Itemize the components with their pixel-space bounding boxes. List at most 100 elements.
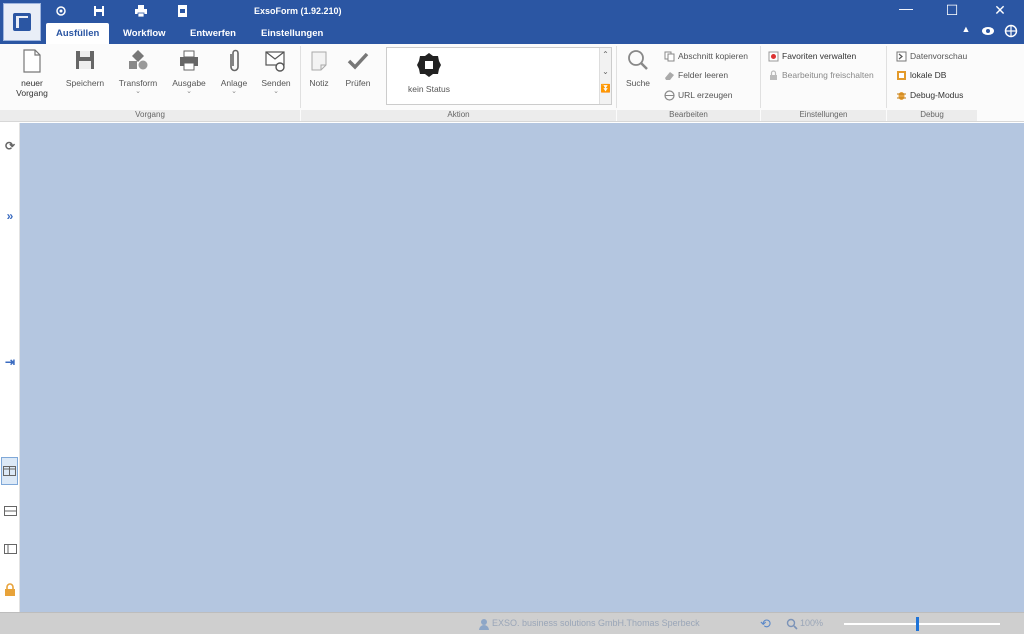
status-user: EXSO. business solutions GmbH.Thomas Spe…	[492, 618, 700, 628]
mail-icon	[265, 51, 285, 72]
transform-icon	[129, 50, 148, 70]
ribbon: neuer Vorgang Speichern Transform ⌄ Ausg…	[0, 44, 1024, 122]
note-label: Notiz	[309, 78, 329, 88]
zoom-slider[interactable]	[844, 623, 1000, 625]
new-document-icon	[23, 49, 41, 73]
transform-button[interactable]: Transform ⌄	[114, 48, 162, 95]
manage-favorites-label: Favoriten verwalten	[782, 51, 857, 61]
attachment-button[interactable]: Anlage ⌄	[216, 48, 252, 95]
tab-entwerfen[interactable]: Entwerfen	[180, 23, 246, 44]
transform-label: Transform	[118, 78, 158, 88]
group-label-einstellungen: Einstellungen	[761, 110, 886, 121]
title-bar: ExsoForm (1.92.210) — ☐ ✕ ▲ Ausfüllen Wo…	[0, 0, 1024, 44]
lock-icon	[770, 70, 777, 81]
generate-url-button[interactable]: URL erzeugen	[664, 87, 733, 103]
separator	[300, 46, 301, 108]
action-gallery[interactable]: kein Status ⌃ ⌄ ⏬	[386, 47, 612, 105]
chevron-down-icon: ⌄	[231, 88, 237, 95]
search-icon	[628, 50, 648, 70]
chevron-down-icon: ⌄	[273, 88, 279, 95]
zoom-icon	[786, 618, 798, 630]
unlock-editing-label: Bearbeitung freischalten	[782, 70, 874, 80]
checkmark-icon	[347, 52, 369, 70]
tab-workflow[interactable]: Workflow	[113, 23, 176, 44]
separator	[886, 46, 887, 108]
separator	[616, 46, 617, 108]
output-label: Ausgabe	[172, 78, 206, 88]
chevron-down-icon: ⌄	[135, 88, 141, 95]
status-bar: EXSO. business solutions GmbH.Thomas Spe…	[0, 612, 1024, 634]
search-button[interactable]: Suche	[622, 48, 654, 88]
copy-section-button[interactable]: Abschnitt kopieren	[664, 48, 748, 64]
local-db-button[interactable]: lokale DB	[896, 67, 946, 83]
chevron-up-icon[interactable]: ⌃	[600, 50, 611, 59]
debug-mode-label: Debug-Modus	[910, 90, 964, 100]
debug-mode-button[interactable]: Debug-Modus	[896, 87, 963, 103]
tab-einstellungen[interactable]: Einstellungen	[251, 23, 333, 44]
save-button[interactable]: Speichern	[62, 48, 108, 88]
send-label: Senden	[261, 78, 291, 88]
expand-icon[interactable]: ⏬	[600, 84, 611, 93]
favorites-icon	[768, 51, 779, 62]
refresh-icon[interactable]: ⟳	[3, 139, 17, 153]
layout-split-icon[interactable]	[1, 457, 18, 485]
double-chevron-right-icon[interactable]: »	[3, 209, 17, 223]
copy-section-label: Abschnitt kopieren	[678, 51, 748, 61]
group-label-bearbeiten: Bearbeiten	[617, 110, 760, 121]
side-rail: ⟳ » ⇥	[0, 123, 20, 612]
unlock-editing-button[interactable]: Bearbeitung freischalten	[768, 67, 874, 83]
status-item[interactable]: kein Status	[401, 52, 457, 94]
layout-sidebar-icon[interactable]	[3, 543, 17, 557]
paperclip-icon	[230, 49, 239, 72]
workspace[interactable]	[20, 123, 1024, 612]
chevron-down-icon: ⌄	[186, 88, 192, 95]
export-icon[interactable]	[176, 4, 190, 18]
new-process-button[interactable]: neuer Vorgang	[10, 48, 54, 98]
clear-fields-label: Felder leeren	[678, 70, 729, 80]
output-button[interactable]: Ausgabe ⌄	[168, 48, 210, 95]
collapse-ribbon-icon[interactable]: ▲	[955, 24, 977, 34]
layout-rows-icon[interactable]	[3, 505, 17, 519]
new-process-label: neuer Vorgang	[16, 78, 48, 98]
group-label-vorgang: Vorgang	[0, 110, 300, 121]
send-button[interactable]: Senden ⌄	[256, 48, 296, 95]
local-db-label: lokale DB	[910, 70, 947, 80]
generate-url-label: URL erzeugen	[678, 90, 733, 100]
skip-right-icon[interactable]: ⇥	[3, 355, 17, 369]
copy-icon	[664, 51, 675, 62]
check-label: Prüfen	[345, 78, 371, 88]
database-icon	[897, 71, 906, 81]
save-icon[interactable]	[92, 4, 106, 18]
tab-ausfuellen[interactable]: Ausfüllen	[46, 23, 110, 44]
print-icon[interactable]	[134, 4, 148, 18]
eraser-icon	[665, 72, 674, 81]
save-label: Speichern	[65, 78, 105, 88]
eye-icon[interactable]	[981, 25, 995, 37]
padlock-icon[interactable]	[3, 583, 17, 597]
check-button[interactable]: Prüfen	[340, 48, 376, 88]
minimize-icon[interactable]: —	[895, 0, 917, 16]
data-preview-icon	[896, 51, 907, 62]
data-preview-button[interactable]: Datenvorschau	[896, 48, 967, 64]
window-title: ExsoForm (1.92.210)	[254, 6, 342, 16]
clear-fields-button[interactable]: Felder leeren	[664, 67, 728, 83]
app-logo-fill	[19, 18, 31, 28]
globe-icon[interactable]	[1004, 24, 1018, 38]
note-icon	[311, 51, 327, 71]
reset-zoom-icon[interactable]: ⟲	[760, 616, 771, 632]
note-button[interactable]: Notiz	[304, 48, 334, 88]
app-logo[interactable]	[3, 3, 41, 41]
manage-favorites-button[interactable]: Favoriten verwalten	[768, 48, 856, 64]
gallery-scrollbar[interactable]: ⌃ ⌄ ⏬	[599, 48, 611, 104]
maximize-icon[interactable]: ☐	[941, 2, 963, 19]
url-icon	[664, 90, 675, 101]
status-label: kein Status	[407, 84, 451, 94]
close-icon[interactable]: ✕	[989, 2, 1011, 19]
chevron-down-icon[interactable]: ⌄	[600, 67, 611, 76]
settings-icon[interactable]	[54, 4, 68, 18]
data-preview-label: Datenvorschau	[910, 51, 968, 61]
zoom-slider-thumb[interactable]	[916, 617, 919, 631]
group-label-aktion: Aktion	[301, 110, 616, 121]
separator	[760, 46, 761, 108]
search-label: Suche	[625, 78, 651, 88]
